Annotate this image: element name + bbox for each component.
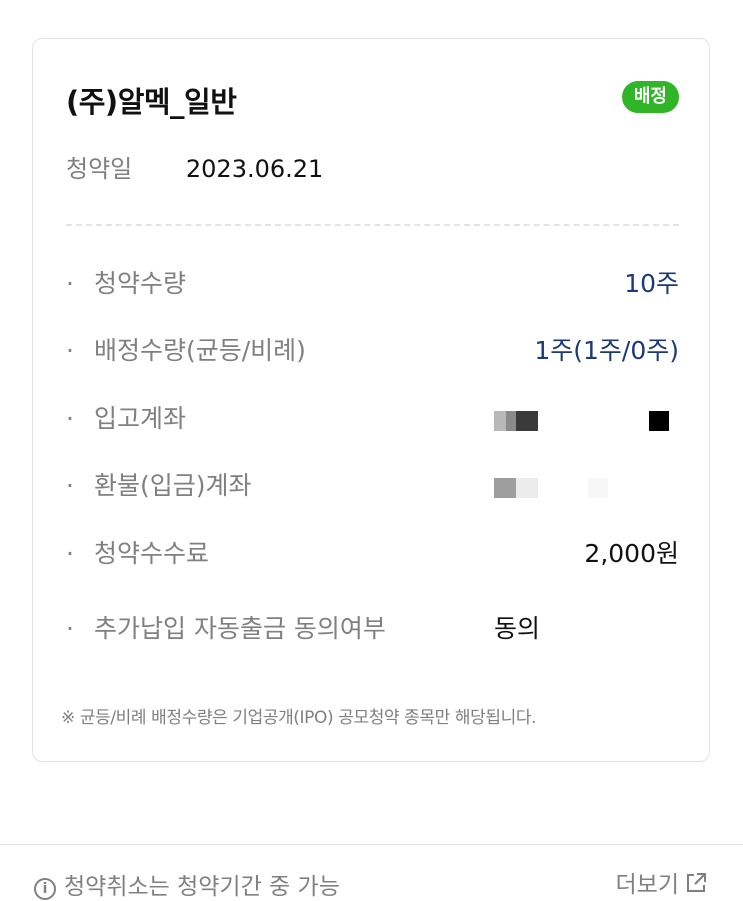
- allocation-note: ※ 균등/비례 배정수량은 기업공개(IPO) 공모청약 종목만 해당됩니다.: [61, 708, 537, 728]
- row-value: 1주(1주/0주): [534, 336, 679, 365]
- row-label: · 청약수수료: [66, 539, 210, 568]
- masked-account-pixels: [588, 478, 608, 498]
- row-label: · 추가납입 자동출금 동의여부: [66, 614, 386, 643]
- more-link[interactable]: 더보기: [616, 865, 707, 900]
- dashed-divider: [66, 224, 679, 226]
- row-value: 동의: [494, 614, 541, 643]
- row-label: · 입고계좌: [66, 404, 187, 433]
- row-subscription-quantity: · 청약수량 10주: [66, 264, 679, 304]
- row-label: · 배정수량(균등/비례): [66, 336, 306, 365]
- row-value: 2,000원: [584, 539, 679, 568]
- stock-title: (주)알멕_일반: [66, 85, 237, 119]
- row-deposit-account: · 입고계좌: [66, 399, 679, 439]
- subscription-date-value: 2023.06.21: [185, 155, 324, 183]
- row-value: 10주: [624, 269, 679, 298]
- row-refund-account: · 환불(입금)계좌: [66, 466, 679, 506]
- bottom-bar: i 청약취소는 청약기간 중 가능 더보기: [0, 844, 743, 900]
- info-circle-icon: i: [34, 878, 56, 900]
- masked-account-pixels: [649, 411, 669, 431]
- masked-account-pixels: [494, 478, 538, 498]
- external-link-icon: [685, 872, 707, 900]
- subscription-date-label: 청약일: [66, 155, 133, 183]
- cancel-info: i 청약취소는 청약기간 중 가능: [34, 867, 340, 901]
- row-auto-withdraw-consent: · 추가납입 자동출금 동의여부 동의: [66, 609, 679, 649]
- subscription-card: (주)알멕_일반 배정 청약일 2023.06.21 · 청약수량 10주 · 배정…: [32, 38, 710, 762]
- subscription-date-row: 청약일 2023.06.21: [66, 149, 323, 184]
- masked-account-pixels: [494, 411, 538, 431]
- row-allocated-quantity: · 배정수량(균등/비례) 1주(1주/0주): [66, 331, 679, 371]
- row-label: · 청약수량: [66, 269, 187, 298]
- more-label: 더보기: [615, 872, 679, 898]
- row-label: · 환불(입금)계좌: [66, 471, 252, 500]
- cancel-info-text: 청약취소는 청약기간 중 가능: [64, 874, 340, 900]
- status-badge: 배정: [621, 81, 679, 113]
- row-subscription-fee: · 청약수수료 2,000원: [66, 534, 679, 574]
